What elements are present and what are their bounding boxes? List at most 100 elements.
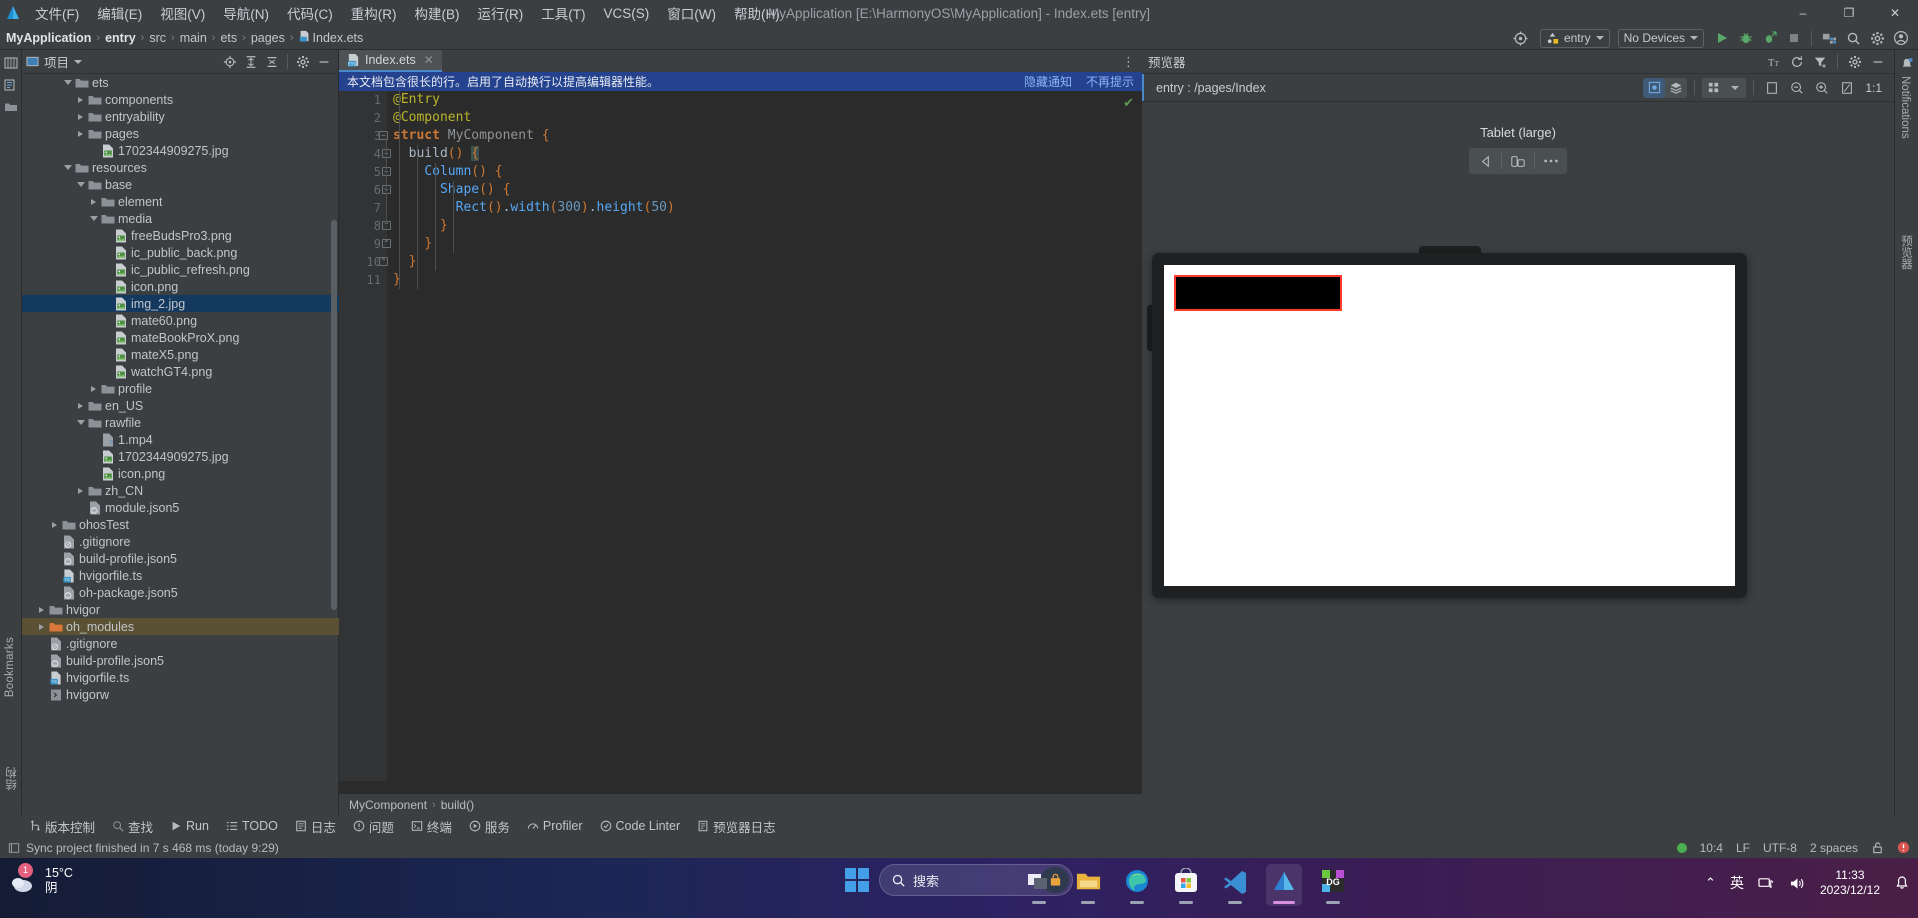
notifications-bell-icon[interactable]	[1895, 53, 1918, 75]
rendered-rect-component[interactable]	[1174, 275, 1342, 311]
menu-item-10[interactable]: 窗口(W)	[658, 1, 725, 25]
clock-widget[interactable]: 11:33 2023/12/12	[1820, 868, 1880, 898]
breadcrumb-item-5[interactable]: pages	[251, 31, 285, 45]
tree-node-4[interactable]: 1702344909275.jpg	[22, 142, 339, 159]
tree-node-27[interactable]: .gitignore	[22, 533, 339, 550]
run-icon[interactable]	[1711, 27, 1733, 49]
tree-node-14[interactable]: mate60.png	[22, 312, 339, 329]
tree-node-10[interactable]: ic_public_back.png	[22, 244, 339, 261]
chevron-down-icon[interactable]	[74, 178, 87, 191]
fold-marker[interactable]: ⌃	[382, 239, 391, 248]
tool-window-版本控制[interactable]: 版本控制	[22, 815, 102, 838]
hide-panel-icon[interactable]	[1868, 52, 1888, 72]
expand-all-icon[interactable]	[241, 52, 261, 72]
start-button-icon[interactable]	[845, 868, 869, 892]
vscode-icon[interactable]	[1217, 864, 1253, 906]
tree-node-30[interactable]: oh-package.json5	[22, 584, 339, 601]
multi-device-icon[interactable]	[1702, 78, 1724, 98]
tree-node-8[interactable]: media	[22, 210, 339, 227]
tree-node-23[interactable]: icon.png	[22, 465, 339, 482]
menu-item-5[interactable]: 重构(R)	[342, 1, 406, 25]
inspector-icon[interactable]	[1643, 77, 1666, 98]
close-icon[interactable]: ✕	[424, 53, 434, 67]
tree-node-31[interactable]: hvigor	[22, 601, 339, 618]
tool-window-预览器日志[interactable]: 预览器日志	[690, 815, 783, 838]
ime-indicator[interactable]: 英	[1730, 873, 1744, 893]
breadcrumb-item-6[interactable]: Index.ets	[313, 31, 364, 45]
tree-node-16[interactable]: mateX5.png	[22, 346, 339, 363]
tree-node-3[interactable]: pages	[22, 125, 339, 142]
device-selector[interactable]: No Devices	[1617, 28, 1704, 48]
menu-item-3[interactable]: 导航(N)	[214, 1, 278, 25]
datagrip-icon[interactable]: DG	[1315, 864, 1351, 906]
account-icon[interactable]	[1890, 27, 1912, 49]
tool-window-服务[interactable]: 服务	[462, 815, 517, 838]
font-size-icon[interactable]: TT	[1764, 52, 1784, 72]
rotate-icon[interactable]	[1836, 78, 1858, 98]
tool-window-问题[interactable]: 问题	[346, 815, 401, 838]
project-tree-scrollbar[interactable]	[331, 220, 337, 610]
device-manager-icon[interactable]	[1818, 27, 1840, 49]
chevron-right-icon[interactable]	[74, 399, 87, 412]
close-button[interactable]: ✕	[1872, 0, 1918, 26]
menu-item-8[interactable]: 工具(T)	[532, 1, 594, 25]
fit-icon[interactable]	[1761, 78, 1783, 98]
code-lines[interactable]: @Entry @Component struct MyComponent { b…	[393, 91, 1142, 289]
task-view-icon[interactable]	[1021, 864, 1057, 906]
tool-window-终端[interactable]: 终端	[404, 815, 459, 838]
weather-widget[interactable]: 1 15°C 阴	[8, 863, 73, 896]
structure-tool-label[interactable]: 结构	[4, 767, 20, 791]
breadcrumb-item-4[interactable]: ets	[220, 31, 237, 45]
tree-node-11[interactable]: ic_public_refresh.png	[22, 261, 339, 278]
layers-icon[interactable]	[1665, 78, 1687, 98]
chevron-down-icon[interactable]	[1724, 78, 1746, 98]
tree-node-26[interactable]: ohosTest	[22, 516, 339, 533]
tree-node-24[interactable]: zh_CN	[22, 482, 339, 499]
tree-node-22[interactable]: 1702344909275.jpg	[22, 448, 339, 465]
menu-item-2[interactable]: 视图(V)	[151, 1, 214, 25]
zoom-level-label[interactable]: 1:1	[1861, 81, 1886, 95]
chevron-down-icon[interactable]	[74, 59, 83, 64]
chevron-right-icon[interactable]	[48, 518, 61, 531]
chevron-right-icon[interactable]	[87, 195, 100, 208]
collapse-all-icon[interactable]	[262, 52, 282, 72]
settings-icon[interactable]	[1866, 27, 1888, 49]
tool-window-Code Linter[interactable]: Code Linter	[593, 817, 688, 835]
breadcrumb-item-0[interactable]: MyApplication	[6, 31, 91, 45]
stop-icon[interactable]	[1783, 27, 1805, 49]
target-icon[interactable]	[1510, 27, 1532, 49]
microsoft-store-icon[interactable]	[1168, 864, 1204, 906]
previewer-tool-label[interactable]: 预览器	[1898, 235, 1914, 270]
tree-node-9[interactable]: freeBudsPro3.png	[22, 227, 339, 244]
commit-view-icon[interactable]	[0, 74, 22, 96]
tree-node-17[interactable]: watchGT4.png	[22, 363, 339, 380]
breadcrumb-item-3[interactable]: main	[180, 31, 207, 45]
deveco-studio-icon[interactable]	[1266, 864, 1302, 906]
breadcrumb-method[interactable]: build()	[441, 798, 474, 812]
tree-node-15[interactable]: mateBookProX.png	[22, 329, 339, 346]
menu-item-1[interactable]: 编辑(E)	[88, 1, 151, 25]
bookmarks-tool-label[interactable]: Bookmarks	[4, 637, 16, 697]
breadcrumb-item-1[interactable]: entry	[105, 31, 136, 45]
chevron-up-icon[interactable]: ⌃	[1705, 875, 1716, 891]
filter-icon[interactable]	[1810, 52, 1830, 72]
breadcrumb-item-2[interactable]: src	[149, 31, 166, 45]
code-area[interactable]: 1234567891011 − − − − ⌃ ⌃ ⌃ @Entry @Comp…	[339, 91, 1142, 781]
tool-window-Profiler[interactable]: Profiler	[520, 817, 590, 835]
menu-item-4[interactable]: 代码(C)	[278, 1, 342, 25]
search-icon[interactable]	[1842, 27, 1864, 49]
device-preview[interactable]	[1147, 246, 1747, 598]
tree-node-34[interactable]: build-profile.json5	[22, 652, 339, 669]
tree-node-29[interactable]: TS hvigorfile.ts	[22, 567, 339, 584]
settings-icon[interactable]	[293, 52, 313, 72]
tree-node-36[interactable]: hvigorw	[22, 686, 339, 703]
fold-marker[interactable]: ⌃	[379, 257, 388, 266]
tree-node-12[interactable]: icon.png	[22, 278, 339, 295]
tree-node-2[interactable]: entryability	[22, 108, 339, 125]
error-icon[interactable]	[1897, 841, 1910, 854]
file-explorer-icon[interactable]	[1070, 864, 1106, 906]
minimize-button[interactable]: –	[1780, 0, 1826, 26]
settings-icon[interactable]	[1845, 52, 1865, 72]
indent-setting[interactable]: 2 spaces	[1810, 841, 1858, 855]
tree-node-28[interactable]: build-profile.json5	[22, 550, 339, 567]
